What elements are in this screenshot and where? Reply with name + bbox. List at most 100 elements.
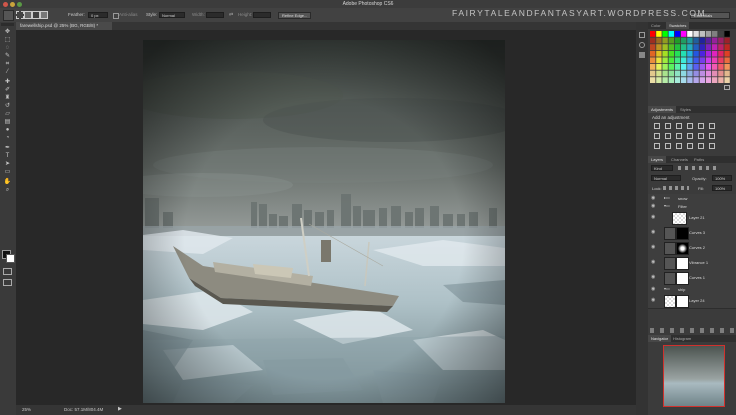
blend-mode-select[interactable]: Normal bbox=[651, 175, 681, 181]
color-swatch[interactable] bbox=[724, 50, 730, 57]
color-swatch[interactable] bbox=[687, 77, 693, 83]
color-swatch[interactable] bbox=[681, 64, 687, 70]
color-swatch[interactable] bbox=[681, 31, 687, 37]
color-swatch[interactable] bbox=[681, 77, 687, 83]
color-swatch[interactable] bbox=[668, 37, 674, 44]
marquee-tool-preset-button[interactable] bbox=[3, 10, 14, 21]
adjustment-icon[interactable] bbox=[676, 143, 682, 149]
color-swatch[interactable] bbox=[687, 50, 693, 57]
adjustment-icon[interactable] bbox=[654, 143, 660, 149]
color-swatch[interactable] bbox=[650, 77, 656, 83]
color-swatch[interactable] bbox=[712, 64, 718, 70]
color-swatch[interactable] bbox=[687, 64, 693, 70]
color-swatch[interactable] bbox=[650, 37, 656, 44]
quick-select-tool-icon[interactable]: ✎ bbox=[3, 53, 12, 60]
color-swatch[interactable] bbox=[668, 70, 674, 77]
color-swatch[interactable] bbox=[724, 70, 730, 77]
swap-dimensions-icon[interactable]: ⇄ bbox=[229, 12, 233, 18]
color-swatch[interactable] bbox=[656, 44, 662, 50]
color-swatch[interactable] bbox=[650, 64, 656, 70]
color-swatch[interactable] bbox=[668, 77, 674, 83]
color-swatch[interactable] bbox=[668, 44, 674, 50]
color-swatch[interactable] bbox=[656, 31, 662, 37]
tools-panel-grip[interactable] bbox=[1, 23, 14, 26]
color-swatch[interactable] bbox=[705, 64, 712, 70]
adjustment-icon[interactable] bbox=[687, 123, 693, 129]
adjustment-icon[interactable] bbox=[709, 133, 715, 139]
color-swatch[interactable] bbox=[668, 31, 674, 37]
adjustment-icon[interactable] bbox=[698, 143, 704, 149]
color-swatch[interactable] bbox=[693, 57, 699, 64]
color-swatch[interactable] bbox=[712, 70, 718, 77]
adjustment-icon[interactable] bbox=[665, 123, 671, 129]
color-swatch[interactable] bbox=[699, 44, 705, 50]
color-swatch[interactable] bbox=[668, 64, 674, 70]
color-swatch[interactable] bbox=[718, 50, 724, 57]
color-swatch[interactable] bbox=[674, 37, 681, 44]
color-swatch[interactable] bbox=[699, 31, 705, 37]
color-swatch[interactable] bbox=[656, 70, 662, 77]
color-swatch[interactable] bbox=[693, 64, 699, 70]
color-swatch[interactable] bbox=[656, 64, 662, 70]
adjustment-icon[interactable] bbox=[665, 143, 671, 149]
color-swatch[interactable] bbox=[705, 37, 712, 44]
color-swatch[interactable] bbox=[662, 50, 668, 57]
color-swatch[interactable] bbox=[705, 31, 712, 37]
color-swatch[interactable] bbox=[724, 57, 730, 64]
visibility-eye-icon[interactable]: ◉ bbox=[651, 229, 655, 235]
layers-footer-buttons[interactable] bbox=[650, 328, 734, 333]
swatches-grid[interactable] bbox=[650, 31, 732, 87]
status-menu-arrow-icon[interactable]: ▶ bbox=[118, 406, 122, 412]
visibility-eye-icon[interactable]: ◉ bbox=[651, 297, 655, 303]
color-swatch[interactable] bbox=[681, 50, 687, 57]
color-swatch[interactable] bbox=[718, 31, 724, 37]
adjustment-icon[interactable] bbox=[676, 133, 682, 139]
color-swatch[interactable] bbox=[687, 37, 693, 44]
color-swatch[interactable] bbox=[674, 77, 681, 83]
adjustment-icon[interactable] bbox=[665, 133, 671, 139]
add-to-selection-icon[interactable] bbox=[24, 11, 32, 19]
type-tool-icon[interactable]: T bbox=[3, 153, 12, 160]
layer-row[interactable]: ◉ Curves 1 bbox=[648, 270, 736, 286]
color-swatch[interactable] bbox=[668, 50, 674, 57]
color-swatch[interactable] bbox=[705, 57, 712, 64]
color-swatch[interactable] bbox=[662, 44, 668, 50]
color-swatch[interactable] bbox=[718, 64, 724, 70]
color-swatch[interactable] bbox=[687, 70, 693, 77]
info-panel-icon[interactable] bbox=[639, 52, 645, 58]
visibility-eye-icon[interactable]: ◉ bbox=[651, 214, 655, 220]
color-swatch[interactable] bbox=[705, 50, 712, 57]
layer-row[interactable]: ◉ Layer 21 bbox=[648, 210, 736, 226]
color-swatch[interactable] bbox=[705, 70, 712, 77]
lock-icons[interactable] bbox=[663, 186, 689, 190]
eraser-tool-icon[interactable]: ▱ bbox=[3, 111, 12, 118]
color-swatch[interactable] bbox=[650, 50, 656, 57]
color-swatch[interactable] bbox=[699, 77, 705, 83]
visibility-eye-icon[interactable]: ◉ bbox=[651, 274, 655, 280]
color-swatch[interactable] bbox=[724, 44, 730, 50]
color-swatch[interactable] bbox=[656, 57, 662, 64]
color-swatch[interactable] bbox=[656, 37, 662, 44]
color-swatch[interactable] bbox=[662, 31, 668, 37]
color-swatch[interactable] bbox=[718, 37, 724, 44]
visibility-eye-icon[interactable]: ◉ bbox=[651, 259, 655, 265]
adjustment-icon[interactable] bbox=[698, 123, 704, 129]
color-swatch[interactable] bbox=[699, 64, 705, 70]
color-swatch[interactable] bbox=[674, 31, 681, 37]
color-swatch[interactable] bbox=[705, 44, 712, 50]
color-swatch[interactable] bbox=[662, 70, 668, 77]
color-swatch[interactable] bbox=[674, 64, 681, 70]
color-swatch[interactable] bbox=[712, 50, 718, 57]
color-swatch[interactable] bbox=[674, 44, 681, 50]
adjustment-icon[interactable] bbox=[709, 143, 715, 149]
layer-row[interactable]: ◉ Layer 24 bbox=[648, 293, 736, 309]
adjustment-icon[interactable] bbox=[709, 123, 715, 129]
tab-layers[interactable]: Layers bbox=[648, 156, 667, 163]
color-swatch[interactable] bbox=[699, 57, 705, 64]
intersect-selection-icon[interactable] bbox=[40, 11, 48, 19]
color-swatch[interactable] bbox=[662, 57, 668, 64]
color-swatch[interactable] bbox=[724, 64, 730, 70]
color-swatch[interactable] bbox=[718, 70, 724, 77]
brush-tool-icon[interactable]: ✐ bbox=[3, 87, 12, 94]
hand-tool-icon[interactable]: ✋ bbox=[3, 179, 12, 186]
